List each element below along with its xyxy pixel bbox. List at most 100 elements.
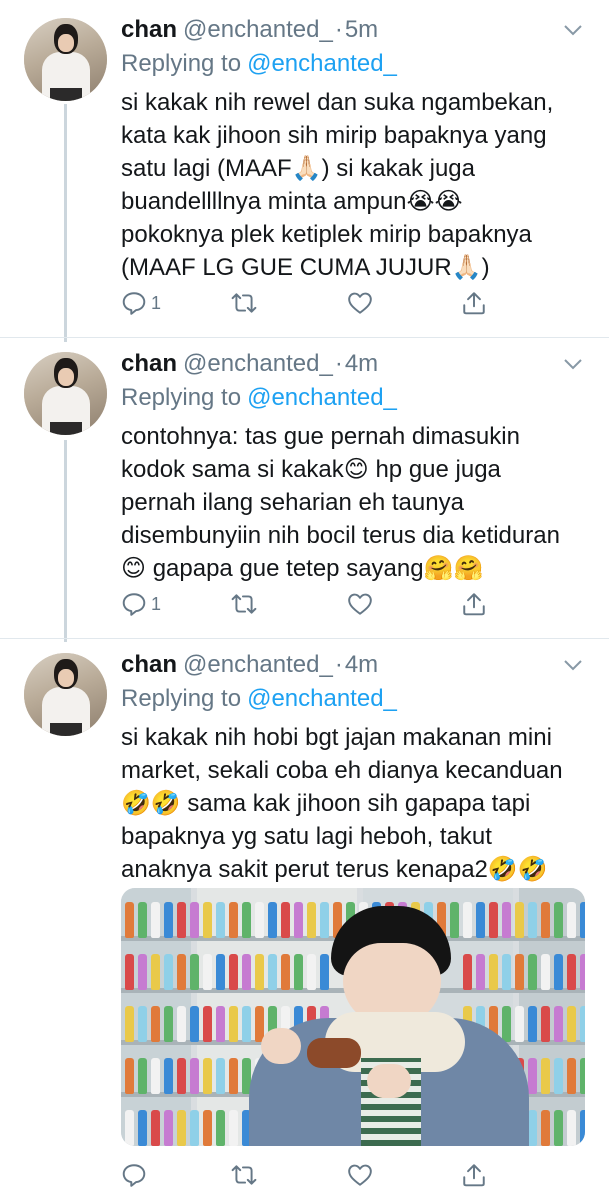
user-handle[interactable]: @enchanted_: [183, 16, 333, 44]
retweet-icon: [231, 293, 257, 313]
timestamp[interactable]: 4m: [345, 651, 378, 679]
bottle: [489, 902, 498, 938]
user-handle[interactable]: @enchanted_: [183, 350, 333, 378]
bottle: [177, 1006, 186, 1042]
replying-to-mention[interactable]: @enchanted_: [247, 685, 397, 713]
bottle: [268, 902, 277, 938]
bottle: [138, 954, 147, 990]
bottle: [528, 1006, 537, 1042]
separator-dot: ·: [334, 350, 343, 377]
heart-icon: [348, 593, 372, 615]
chevron-down-icon[interactable]: [561, 653, 585, 677]
reply-count: 1: [151, 593, 162, 614]
bottle: [216, 954, 225, 990]
bottle: [502, 1006, 511, 1042]
bottle: [450, 902, 459, 938]
person-hand: [367, 1064, 411, 1098]
bottle: [294, 902, 303, 938]
bottle: [567, 954, 576, 990]
bottle: [541, 1058, 550, 1094]
bottle: [138, 1006, 147, 1042]
bottle: [528, 1110, 537, 1146]
bottle: [580, 1110, 585, 1146]
display-name[interactable]: chan: [121, 651, 177, 679]
bottle: [229, 1058, 238, 1094]
replying-to-mention[interactable]: @enchanted_: [247, 384, 397, 412]
replying-to-mention[interactable]: @enchanted_: [247, 50, 397, 78]
bottle: [463, 954, 472, 990]
chevron-down-icon[interactable]: [561, 18, 585, 42]
share-button[interactable]: [461, 589, 487, 619]
like-button[interactable]: [347, 288, 373, 318]
reply-button[interactable]: 1: [121, 589, 161, 619]
timestamp[interactable]: 5m: [345, 16, 378, 44]
bottle: [320, 954, 329, 990]
share-icon: [463, 292, 485, 315]
bottle: [190, 902, 199, 938]
bottle: [515, 954, 524, 990]
replying-to: Replying to @enchanted_: [121, 382, 591, 414]
bottle: [515, 1006, 524, 1042]
avatar[interactable]: [24, 653, 107, 736]
bottle: [190, 954, 199, 990]
tweet-photo[interactable]: [121, 888, 585, 1146]
bottle: [541, 1110, 550, 1146]
bottle: [164, 1058, 173, 1094]
bottle: [567, 902, 576, 938]
bottle: [164, 1006, 173, 1042]
bottle: [125, 902, 134, 938]
tweet-3[interactable]: chan @enchanted_ · 4m Replying to @encha…: [0, 639, 609, 1200]
bottle: [489, 954, 498, 990]
bottle: [307, 954, 316, 990]
avatar[interactable]: [24, 352, 107, 435]
share-button[interactable]: [461, 288, 487, 318]
like-button[interactable]: [347, 1160, 373, 1190]
bottle: [151, 1058, 160, 1094]
bottle: [281, 954, 290, 990]
display-name[interactable]: chan: [121, 350, 177, 378]
bottle: [554, 954, 563, 990]
bottle: [177, 902, 186, 938]
bottle: [216, 1058, 225, 1094]
reply-icon: [122, 1164, 146, 1187]
bottle: [528, 902, 537, 938]
reply-button[interactable]: [121, 1160, 151, 1190]
replying-to-label: Replying to: [121, 384, 242, 411]
reply-button[interactable]: 1: [121, 288, 161, 318]
separator-dot: ·: [334, 651, 343, 678]
bottle: [138, 902, 147, 938]
bottle: [190, 1058, 199, 1094]
bottle: [229, 1006, 238, 1042]
retweet-button[interactable]: [231, 1160, 257, 1190]
bottle: [463, 902, 472, 938]
heart-icon: [348, 292, 372, 314]
retweet-button[interactable]: [231, 589, 257, 619]
bottle: [203, 902, 212, 938]
tweet-text: si kakak nih hobi bgt jajan makanan mini…: [121, 724, 563, 883]
like-button[interactable]: [347, 589, 373, 619]
share-icon: [463, 593, 485, 616]
chevron-down-icon[interactable]: [561, 352, 585, 376]
bottle: [203, 1110, 212, 1146]
bottle: [203, 1006, 212, 1042]
tweet-1[interactable]: chan @enchanted_ · 5m Replying to @encha…: [0, 0, 609, 330]
reply-icon: [122, 593, 146, 616]
bottle: [255, 902, 264, 938]
bottle: [255, 954, 264, 990]
tweet-2[interactable]: chan @enchanted_ · 4m Replying to @encha…: [0, 338, 609, 638]
bottle: [294, 954, 303, 990]
bottle: [190, 1110, 199, 1146]
user-handle[interactable]: @enchanted_: [183, 651, 333, 679]
retweet-button[interactable]: [231, 288, 257, 318]
bottle: [177, 1058, 186, 1094]
bottle: [151, 1006, 160, 1042]
avatar[interactable]: [24, 18, 107, 101]
bottle: [177, 1110, 186, 1146]
share-button[interactable]: [461, 1160, 487, 1190]
replying-to-label: Replying to: [121, 50, 242, 77]
bottle: [567, 1110, 576, 1146]
display-name[interactable]: chan: [121, 16, 177, 44]
timestamp[interactable]: 4m: [345, 350, 378, 378]
bottle: [151, 954, 160, 990]
bottle: [554, 1110, 563, 1146]
